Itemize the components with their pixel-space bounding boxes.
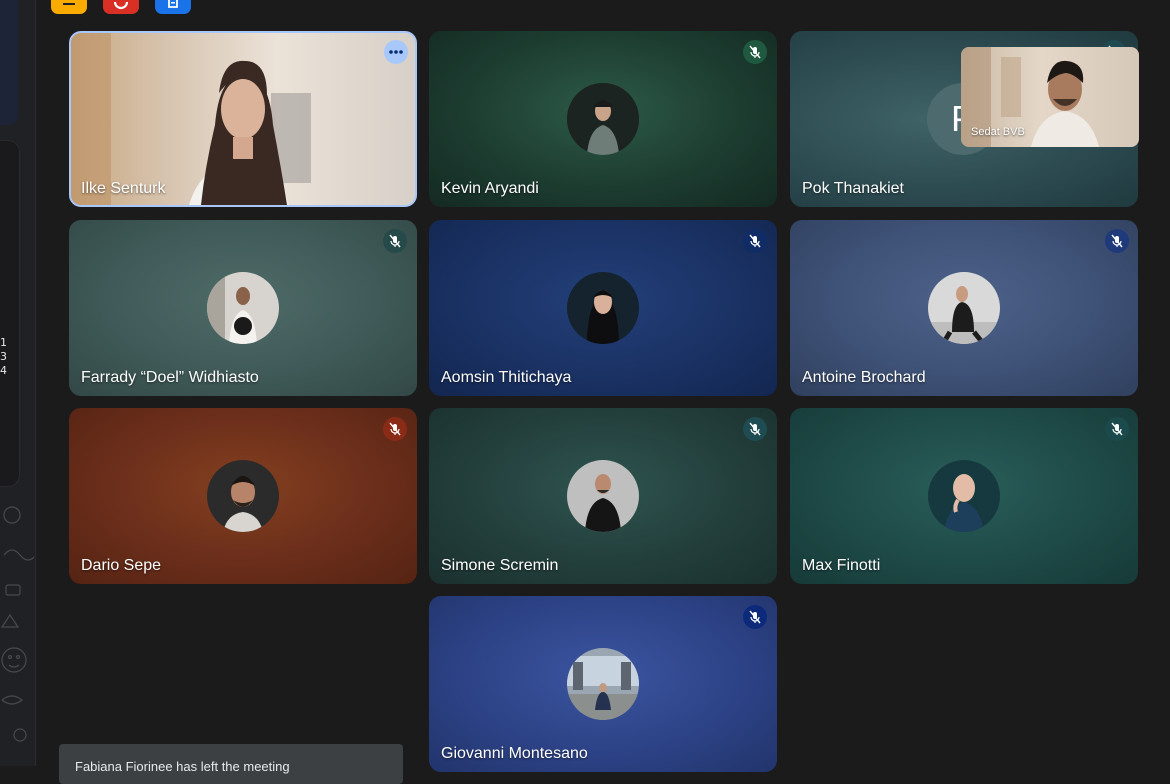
muted-indicator	[383, 417, 407, 441]
participant-name: Max Finotti	[802, 557, 881, 574]
more-options-button[interactable]	[384, 40, 408, 64]
participant-tile-farrady-widhiasto[interactable]: Farrady “Doel” Widhiasto	[69, 220, 417, 396]
top-toolbar	[51, 0, 191, 14]
participant-tile-ilke-senturk[interactable]: Ilke Senturk	[69, 31, 417, 207]
more-horizontal-icon	[389, 50, 403, 54]
mic-off-icon	[749, 610, 761, 624]
avatar	[567, 272, 639, 344]
participant-name: Aomsin Thitichaya	[441, 369, 572, 386]
sidebar-digit: 3	[0, 350, 7, 363]
avatar	[207, 460, 279, 532]
mic-off-icon	[749, 45, 761, 59]
participant-name: Kevin Aryandi	[441, 180, 539, 197]
mic-off-icon	[1111, 422, 1123, 436]
mic-off-icon	[1111, 234, 1123, 248]
participant-name: Antoine Brochard	[802, 369, 926, 386]
doodle-pattern	[0, 506, 34, 742]
reactions-icon	[63, 3, 75, 5]
avatar	[567, 83, 639, 155]
sidebar-digit: 1	[0, 336, 7, 349]
self-view[interactable]: Sedat BVB	[961, 47, 1139, 147]
reactions-button[interactable]	[51, 0, 87, 14]
notes-button[interactable]	[155, 0, 191, 14]
sidebar-digit: 4	[0, 364, 7, 377]
mic-off-icon	[749, 422, 761, 436]
self-view-name: Sedat BVB	[971, 126, 1025, 138]
mic-off-icon	[749, 234, 761, 248]
avatar	[928, 460, 1000, 532]
participant-tile-dario-sepe[interactable]: Dario Sepe	[69, 408, 417, 584]
participant-tile-giovanni-montesano[interactable]: Giovanni Montesano	[429, 596, 777, 772]
participant-tile-aomsin-thitichaya[interactable]: Aomsin Thitichaya	[429, 220, 777, 396]
notification-toast: Fabiana Fiorinee has left the meeting	[59, 744, 403, 784]
mic-off-icon	[389, 234, 401, 248]
record-button[interactable]	[103, 0, 139, 14]
participant-name: Simone Scremin	[441, 557, 559, 574]
muted-indicator	[743, 229, 767, 253]
sidebar-digits: 1 3 4	[0, 336, 8, 378]
muted-indicator	[743, 40, 767, 64]
muted-indicator	[383, 229, 407, 253]
participant-tile-antoine-brochard[interactable]: Antoine Brochard	[790, 220, 1138, 396]
avatar	[567, 460, 639, 532]
avatar	[567, 648, 639, 720]
participant-tile-max-finotti[interactable]: Max Finotti	[790, 408, 1138, 584]
avatar	[928, 272, 1000, 344]
notes-icon	[168, 0, 178, 8]
sidebar-panel	[0, 0, 18, 125]
mic-off-icon	[389, 422, 401, 436]
participant-name: Giovanni Montesano	[441, 745, 588, 762]
sidebar-panel	[0, 140, 20, 487]
participant-name: Farrady “Doel” Widhiasto	[81, 369, 259, 386]
left-sidebar-strip: 1 3 4	[0, 0, 36, 766]
record-icon	[113, 1, 129, 10]
muted-indicator	[1105, 417, 1129, 441]
participant-name: Pok Thanakiet	[802, 180, 904, 197]
participant-tile-simone-scremin[interactable]: Simone Scremin	[429, 408, 777, 584]
muted-indicator	[743, 417, 767, 441]
participant-name: Dario Sepe	[81, 557, 162, 574]
participant-name: Ilke Senturk	[81, 180, 166, 197]
muted-indicator	[743, 605, 767, 629]
muted-indicator	[1105, 229, 1129, 253]
participant-tile-kevin-aryandi[interactable]: Kevin Aryandi	[429, 31, 777, 207]
avatar	[207, 272, 279, 344]
